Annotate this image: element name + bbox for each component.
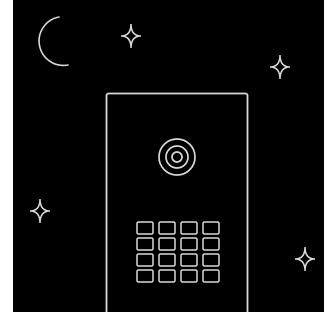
keypad-key xyxy=(158,221,176,235)
sparkle-star-icon xyxy=(120,23,142,49)
crescent-moon-icon xyxy=(38,16,69,67)
keypad-key xyxy=(202,253,220,267)
doorbell-illustration xyxy=(29,16,316,312)
keypad-key xyxy=(202,237,220,251)
sparkle-star-icon xyxy=(294,246,316,272)
intercom-panel xyxy=(105,92,249,312)
keypad-icon xyxy=(136,221,220,283)
keypad-key xyxy=(202,269,220,283)
keypad-key xyxy=(180,269,198,283)
keypad-key xyxy=(180,253,198,267)
keypad-key xyxy=(136,269,154,283)
sparkle-star-icon xyxy=(29,198,51,224)
keypad-key xyxy=(180,237,198,251)
keypad-key xyxy=(202,221,220,235)
keypad-key xyxy=(158,269,176,283)
illustration-panel xyxy=(13,0,324,312)
camera-lens-icon xyxy=(158,138,196,176)
keypad-key xyxy=(136,221,154,235)
keypad-key xyxy=(158,253,176,267)
keypad-key xyxy=(180,221,198,235)
sparkle-star-icon xyxy=(269,54,291,80)
keypad-key xyxy=(136,253,154,267)
keypad-key xyxy=(158,237,176,251)
keypad-key xyxy=(136,237,154,251)
